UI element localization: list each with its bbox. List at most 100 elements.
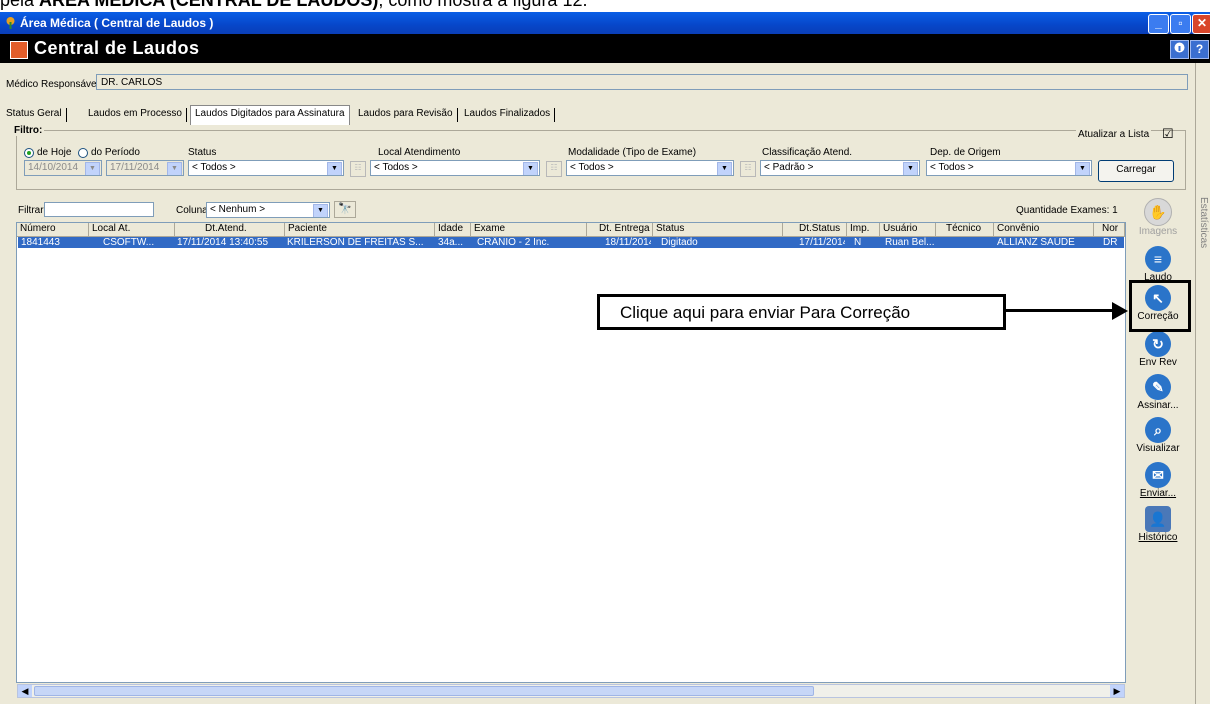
historico-button[interactable]: 👤 Histórico bbox=[1134, 506, 1182, 543]
send-review-icon: ↻ bbox=[1145, 331, 1171, 357]
col-paciente[interactable]: Paciente bbox=[285, 223, 435, 237]
date-to-picker[interactable]: 17/11/2014 ▼ bbox=[106, 160, 184, 176]
col-tecnico[interactable]: Técnico bbox=[936, 223, 994, 237]
date-from-picker[interactable]: 14/10/2014 ▼ bbox=[24, 160, 102, 176]
cell-dt-atend: 17/11/2014 13:40:55 bbox=[177, 237, 269, 248]
filtrar-label: Filtrar: bbox=[18, 205, 47, 216]
radio-do-periodo-label: do Período bbox=[91, 147, 140, 158]
col-idade[interactable]: Idade bbox=[435, 223, 471, 237]
col-local-at[interactable]: Local At. bbox=[89, 223, 175, 237]
status-select[interactable]: < Todos > ▼ bbox=[188, 160, 344, 176]
document-caption: pela ÁREA MÉDICA (CENTRAL DE LAUDOS), co… bbox=[0, 0, 587, 10]
cell-tecnico bbox=[939, 237, 993, 248]
cell-imp: N bbox=[854, 237, 862, 248]
cell-nor: DR bbox=[1103, 237, 1118, 248]
caption-suffix: , como mostra a figura 12. bbox=[378, 0, 588, 10]
env-rev-button[interactable]: ↻ Env Rev bbox=[1134, 331, 1182, 368]
sign-icon: ✎ bbox=[1145, 374, 1171, 400]
app-header: Central de Laudos ? bbox=[0, 34, 1210, 63]
quantidade-exames: Quantidade Exames: 1 bbox=[1016, 205, 1118, 216]
cell-convenio: ALLIANZ SAÚDE bbox=[997, 237, 1075, 248]
local-value: < Todos > bbox=[374, 162, 418, 173]
classificacao-label: Classificação Atend. bbox=[762, 147, 853, 158]
chevron-down-icon: ▼ bbox=[313, 204, 328, 217]
local-select[interactable]: < Todos > ▼ bbox=[370, 160, 540, 176]
classificacao-select[interactable]: < Padrão > ▼ bbox=[760, 160, 920, 176]
exams-table[interactable]: Número Local At. Dt.Atend. Paciente Idad… bbox=[16, 222, 1126, 683]
binoculars-icon[interactable]: 🔭 bbox=[334, 201, 356, 218]
status-list-button: ☷ bbox=[350, 161, 366, 177]
local-list-button: ☷ bbox=[546, 161, 562, 177]
hand-icon: ✋ bbox=[1144, 198, 1172, 226]
col-dt-atend[interactable]: Dt.Atend. bbox=[175, 223, 285, 237]
atualizar-label: Atualizar a Lista bbox=[1076, 129, 1152, 140]
tab-laudos-em-processo[interactable]: Laudos em Processo bbox=[84, 108, 187, 122]
col-dt-status[interactable]: Dt.Status bbox=[783, 223, 847, 237]
right-strip[interactable]: Estatísticas bbox=[1195, 63, 1210, 704]
env-rev-label: Env Rev bbox=[1139, 357, 1177, 368]
coluna-select[interactable]: < Nenhum > ▼ bbox=[206, 202, 330, 218]
tab-laudos-revisao[interactable]: Laudos para Revisão bbox=[354, 108, 458, 122]
radio-de-hoje[interactable] bbox=[24, 148, 34, 158]
scroll-thumb[interactable] bbox=[34, 686, 814, 696]
app-icon bbox=[6, 17, 15, 29]
annotation-arrow-line bbox=[1006, 309, 1121, 312]
modalidade-list-button: ☷ bbox=[740, 161, 756, 177]
dep-origem-label: Dep. de Origem bbox=[930, 147, 1001, 158]
filter-title: Filtro: bbox=[12, 125, 45, 136]
tab-status-geral[interactable]: Status Geral bbox=[2, 108, 67, 122]
local-label: Local Atendimento bbox=[378, 147, 461, 158]
caption-bold: ÁREA MÉDICA (CENTRAL DE LAUDOS) bbox=[39, 0, 379, 10]
tab-laudos-finalizados[interactable]: Laudos Finalizados bbox=[460, 108, 556, 122]
imagens-button[interactable]: ✋ Imagens bbox=[1134, 198, 1182, 237]
window-title: Área Médica ( Central de Laudos ) bbox=[20, 16, 214, 30]
chevron-down-icon: ▼ bbox=[327, 162, 342, 175]
statistics-tab[interactable]: Estatísticas bbox=[1198, 197, 1209, 248]
close-button[interactable]: ✕ bbox=[1192, 14, 1210, 34]
status-label: Status bbox=[188, 147, 217, 158]
col-convenio[interactable]: Convênio bbox=[994, 223, 1094, 237]
scroll-left-arrow[interactable]: ◀ bbox=[18, 685, 32, 697]
filtrar-input[interactable] bbox=[44, 202, 154, 217]
info-icon bbox=[1174, 42, 1185, 53]
header-arrow-icon bbox=[10, 41, 28, 59]
date-from-value: 14/10/2014 bbox=[28, 162, 79, 173]
annotation-callout: Clique aqui para enviar Para Correção bbox=[597, 294, 1006, 330]
col-usuario[interactable]: Usuário bbox=[880, 223, 936, 237]
horizontal-scrollbar[interactable]: ◀ ▶ bbox=[17, 684, 1125, 698]
medico-field: DR. CARLOS bbox=[96, 74, 1188, 90]
scroll-right-arrow[interactable]: ▶ bbox=[1110, 685, 1124, 697]
assinar-button[interactable]: ✎ Assinar... bbox=[1134, 374, 1182, 411]
visualizar-button[interactable]: ⌕ Visualizar bbox=[1134, 417, 1182, 454]
imagens-label: Imagens bbox=[1138, 226, 1178, 237]
laudo-button[interactable]: ≡ Laudo bbox=[1134, 246, 1182, 283]
tab-laudos-digitados[interactable]: Laudos Digitados para Assinatura bbox=[190, 105, 350, 125]
magnifier-icon: ⌕ bbox=[1145, 417, 1171, 443]
enviar-button[interactable]: ✉ Enviar... bbox=[1134, 462, 1182, 499]
col-imp[interactable]: Imp. bbox=[847, 223, 880, 237]
modalidade-select[interactable]: < Todos > ▼ bbox=[566, 160, 734, 176]
col-numero[interactable]: Número bbox=[17, 223, 89, 237]
minimize-button[interactable]: _ bbox=[1148, 14, 1169, 34]
dep-origem-select[interactable]: < Todos > ▼ bbox=[926, 160, 1092, 176]
help-button[interactable]: ? bbox=[1190, 40, 1209, 59]
status-value: < Todos > bbox=[192, 162, 236, 173]
envelope-icon: ✉ bbox=[1145, 462, 1171, 488]
person-history-icon: 👤 bbox=[1145, 506, 1171, 532]
maximize-button[interactable]: ▫ bbox=[1170, 14, 1191, 34]
col-exame[interactable]: Exame bbox=[471, 223, 587, 237]
atualizar-checkbox[interactable]: ☑ bbox=[1162, 126, 1174, 142]
col-status[interactable]: Status bbox=[653, 223, 783, 237]
cell-exame: CRÂNIO - 2 Inc. bbox=[477, 237, 550, 248]
carregar-button[interactable]: Carregar bbox=[1098, 160, 1174, 182]
radio-do-periodo[interactable] bbox=[78, 148, 88, 158]
chevron-down-icon: ▼ bbox=[903, 162, 918, 175]
col-nor[interactable]: Nor bbox=[1094, 223, 1125, 237]
modalidade-label: Modalidade (Tipo de Exame) bbox=[568, 147, 697, 158]
cell-usuario: Ruan Bel... bbox=[885, 237, 935, 248]
info-button[interactable] bbox=[1170, 40, 1189, 59]
caption-prefix: pela bbox=[0, 0, 40, 10]
assinar-label: Assinar... bbox=[1137, 400, 1179, 411]
col-dt-entrega[interactable]: Dt. Entrega bbox=[587, 223, 653, 237]
document-icon: ≡ bbox=[1145, 246, 1171, 272]
